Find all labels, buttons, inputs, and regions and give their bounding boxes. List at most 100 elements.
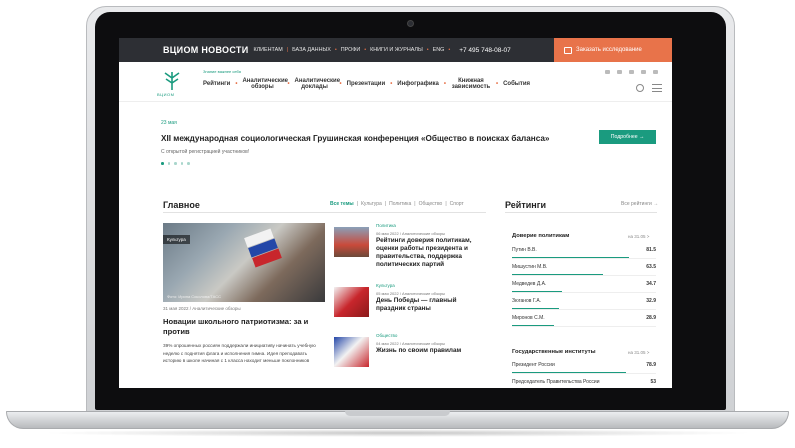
- carousel-dot[interactable]: [180, 162, 183, 165]
- vk-icon[interactable]: [605, 70, 610, 74]
- separator: •: [426, 47, 429, 53]
- hamburger-menu-icon[interactable]: [652, 84, 662, 92]
- ratings-title: Рейтинги: [505, 200, 546, 210]
- top-link-clients[interactable]: КЛИЕНТАМ: [253, 47, 282, 53]
- carousel-dot[interactable]: [161, 162, 164, 165]
- news-title[interactable]: День Победы — главный праздник страны: [376, 297, 486, 313]
- laptop-notch: [345, 411, 450, 416]
- banner-more-button[interactable]: Подробнее →: [599, 130, 656, 144]
- nav-item-reports[interactable]: Аналитические доклады: [295, 78, 341, 90]
- filter-society[interactable]: Общество: [419, 201, 443, 207]
- nav-item-book-addiction[interactable]: Книжная зависимость: [451, 78, 491, 90]
- rating-track: [512, 275, 656, 276]
- rating-track: [512, 258, 656, 259]
- separator: •: [495, 81, 499, 87]
- ratings-group-title[interactable]: Государственные институты: [512, 349, 596, 355]
- news-category[interactable]: Политика: [376, 223, 396, 228]
- browser-screen: ВЦИОМ НОВОСТИ КЛИЕНТАМ | БАЗА ДАННЫХ • ПРО…: [119, 38, 672, 388]
- photo-caption: Фото: Ирина Соколова/ТАСС: [167, 294, 222, 299]
- separator: |: [356, 201, 359, 207]
- rating-track: [512, 292, 656, 293]
- rating-bar: [512, 257, 629, 258]
- site-logo-icon[interactable]: [161, 70, 183, 92]
- rating-name: Мишустин М.В.: [512, 264, 548, 270]
- filter-culture[interactable]: Культура: [361, 201, 382, 207]
- telegram-icon[interactable]: [617, 70, 622, 74]
- youtube-icon[interactable]: [629, 70, 634, 74]
- rating-row[interactable]: Медведев Д.А. 34.7: [512, 279, 656, 293]
- news-meta: 04 мая 2022 / Аналитические обзоры: [376, 341, 445, 346]
- carousel-dot[interactable]: [167, 162, 170, 165]
- top-link-eng[interactable]: ENG: [433, 47, 445, 53]
- twitter-icon[interactable]: [641, 70, 646, 74]
- separator: |: [384, 201, 387, 207]
- ratings-group-title[interactable]: Доверие политикам: [512, 233, 569, 239]
- nav-item-reviews[interactable]: Аналитические обзоры: [242, 78, 288, 90]
- rating-name: Путин В.В.: [512, 247, 537, 253]
- rating-value: 78.9: [646, 362, 656, 368]
- phone-number[interactable]: +7 495 748-08-07: [459, 47, 511, 54]
- brand-logo[interactable]: ВЦИОМ НОВОСТИ: [163, 45, 248, 55]
- topic-filters: Все темы | Культура | Политика | Общество | …: [330, 201, 464, 207]
- carousel-dot[interactable]: [187, 162, 190, 165]
- nav-item-infographics[interactable]: Инфографика: [397, 81, 439, 87]
- news-title[interactable]: Жизнь по своим правилам: [376, 347, 486, 355]
- rating-row[interactable]: Зюганов Г.А. 32.9: [512, 296, 656, 310]
- ratings-group-date[interactable]: на 31.05 >: [628, 350, 649, 355]
- rating-row[interactable]: Мишустин М.В. 63.5: [512, 262, 656, 276]
- news-title[interactable]: Рейтинги доверия политикам, оценки работ…: [376, 237, 486, 269]
- separator: •: [339, 81, 342, 87]
- news-category[interactable]: Общество: [376, 333, 397, 338]
- divider: [163, 212, 486, 213]
- separator: |: [445, 201, 447, 207]
- separator: •: [390, 81, 393, 87]
- search-icon[interactable]: [636, 84, 644, 92]
- news-category[interactable]: Культура: [376, 283, 395, 288]
- news-thumbnail: [334, 337, 369, 367]
- top-nav: КЛИЕНТАМ | БАЗА ДАННЫХ • ПРОФИ • КНИГИ И ЖУ…: [253, 47, 454, 53]
- news-meta: 06 мая 2022 / Аналитические обзоры: [376, 231, 445, 236]
- nav-item-ratings[interactable]: Рейтинги: [203, 81, 230, 87]
- rating-row[interactable]: Путин В.В. 81.5: [512, 245, 656, 259]
- filter-sport[interactable]: Спорт: [450, 201, 464, 207]
- nav-item-events[interactable]: События: [503, 81, 530, 87]
- nav-item-presentations[interactable]: Презентации: [347, 81, 386, 87]
- rating-bar: [512, 325, 554, 326]
- ok-icon[interactable]: [653, 70, 658, 74]
- banner-title[interactable]: XII международная социологическая Грушин…: [161, 134, 550, 143]
- top-bar: ВЦИОМ НОВОСТИ КЛИЕНТАМ | БАЗА ДАННЫХ • ПРО…: [119, 38, 672, 62]
- featured-title[interactable]: Новации школьного патриотизма: за и прот…: [163, 317, 323, 337]
- ratings-group-date[interactable]: на 31.05 >: [628, 234, 649, 239]
- separator: •: [364, 47, 367, 53]
- rating-name: Миронов С.М.: [512, 315, 545, 321]
- top-link-books[interactable]: КНИГИ И ЖУРНАЛЫ: [370, 47, 423, 53]
- banner-subtitle: С открытой регистрацией участников!: [161, 149, 250, 155]
- separator: |: [286, 47, 289, 53]
- top-link-database[interactable]: БАЗА ДАННЫХ: [292, 47, 331, 53]
- featured-photo[interactable]: Культура Фото: Ирина Соколова/ТАСС: [163, 223, 325, 302]
- news-thumbnail: [334, 287, 369, 317]
- separator: •: [235, 81, 238, 87]
- rating-row[interactable]: Президент России 78.9: [512, 360, 656, 374]
- rating-value: 28.9: [646, 315, 656, 321]
- rating-value: 63.5: [646, 264, 656, 270]
- featured-tag[interactable]: Культура: [163, 235, 190, 244]
- rating-row[interactable]: Председатель Правительства России 53: [512, 377, 656, 388]
- filter-all[interactable]: Все темы: [330, 201, 354, 207]
- logo-text: ВЦИОМ: [157, 92, 175, 97]
- rating-track: [512, 373, 656, 374]
- separator: •: [448, 47, 451, 53]
- tagline: Знание важнее себя: [203, 69, 241, 74]
- document-icon: [564, 46, 572, 54]
- filter-politics[interactable]: Политика: [389, 201, 411, 207]
- site-header: ВЦИОМ Знание важнее себя Рейтинги • Анали…: [119, 62, 672, 102]
- divider: [505, 212, 657, 213]
- rating-row[interactable]: Миронов С.М. 28.9: [512, 313, 656, 327]
- top-link-profi[interactable]: ПРОФИ: [341, 47, 361, 53]
- order-research-button[interactable]: Заказать исследование: [554, 38, 672, 62]
- carousel-dot[interactable]: [174, 162, 177, 165]
- event-banner: 23 мая XII международная социологическая…: [161, 116, 661, 168]
- rating-bar: [512, 274, 603, 275]
- separator: •: [334, 47, 337, 53]
- all-ratings-link[interactable]: Все рейтинги →: [621, 201, 658, 207]
